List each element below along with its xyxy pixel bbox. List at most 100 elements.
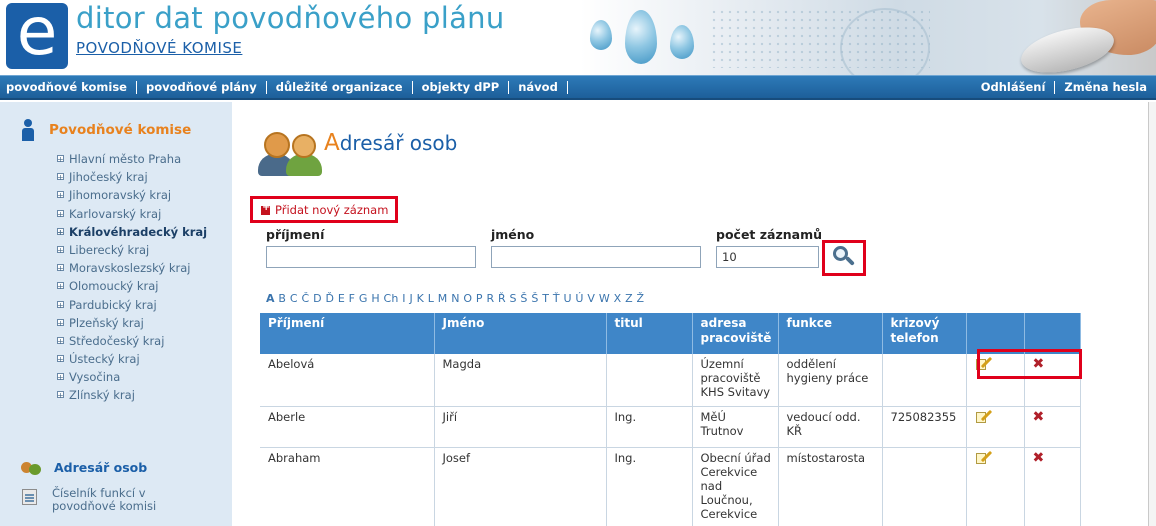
alphabet-letter[interactable]: Č — [301, 292, 309, 305]
expand-icon[interactable] — [57, 315, 64, 333]
expand-icon[interactable] — [57, 387, 64, 405]
sidebar-item-ustecky[interactable]: Ústecký kraj — [57, 350, 207, 369]
col-prijmeni[interactable]: Příjmení — [260, 313, 435, 354]
sidebar-item-label[interactable]: Jihomoravský kraj — [69, 188, 171, 202]
search-button[interactable] — [829, 245, 859, 271]
sidebar-item-zlinsky[interactable]: Zlínský kraj — [57, 386, 207, 405]
sidebar-item-kralovehradecky[interactable]: Královéhradecký kraj — [57, 223, 207, 242]
col-adresa[interactable]: adresa pracoviště — [692, 313, 779, 354]
sidebar-item-label[interactable]: Zlínský kraj — [69, 388, 135, 402]
expand-icon[interactable] — [57, 224, 64, 242]
alphabet-letter[interactable]: G — [359, 292, 368, 305]
sidebar-item-liberecky[interactable]: Liberecký kraj — [57, 241, 207, 260]
expand-icon[interactable] — [57, 333, 64, 351]
alphabet-letter[interactable]: O — [463, 292, 472, 305]
alphabet-letter[interactable]: N — [451, 292, 459, 305]
alphabet-letter[interactable]: Ď — [325, 292, 334, 305]
alphabet-letter[interactable]: M — [438, 292, 448, 305]
edit-pencil-icon[interactable] — [975, 409, 992, 424]
expand-icon[interactable] — [57, 351, 64, 369]
col-titul[interactable]: titul — [606, 313, 693, 354]
alphabet-letter[interactable]: I — [402, 292, 405, 305]
sidebar-item-label[interactable]: Středočeský kraj — [69, 334, 164, 348]
firstname-input[interactable] — [491, 246, 701, 268]
sidebar-item-jihomoravsky[interactable]: Jihomoravský kraj — [57, 186, 207, 205]
alphabet-letter[interactable]: Š — [520, 292, 527, 305]
alphabet-letter[interactable]: H — [371, 292, 379, 305]
sidebar-ciselnik-funkci[interactable]: Číselník funkcí v povodňové komisi — [22, 487, 212, 513]
sidebar-item-label[interactable]: Liberecký kraj — [69, 243, 149, 257]
alphabet-letter[interactable]: L — [428, 292, 434, 305]
edit-pencil-icon[interactable] — [975, 450, 992, 465]
alphabet-letter[interactable]: T — [542, 292, 549, 305]
sidebar-item-label[interactable]: Olomoucký kraj — [69, 279, 158, 293]
alphabet-letter[interactable]: Z — [625, 292, 633, 305]
alphabet-letter[interactable]: Š — [531, 292, 538, 305]
alphabet-letter[interactable]: K — [417, 292, 424, 305]
sidebar-title[interactable]: Povodňové komise — [49, 122, 191, 138]
col-krizovy-telefon[interactable]: krizový telefon — [882, 313, 967, 354]
sidebar-item-label[interactable]: Karlovarský kraj — [69, 207, 161, 221]
sidebar-item-pardubicky[interactable]: Pardubický kraj — [57, 296, 207, 315]
sidebar-item-label[interactable]: Plzeňský kraj — [69, 316, 144, 330]
sidebar-item-label[interactable]: Ústecký kraj — [69, 352, 140, 366]
sidebar-item-olomoucky[interactable]: Olomoucký kraj — [57, 277, 207, 296]
alphabet-letter[interactable]: U — [563, 292, 571, 305]
alphabet-letter[interactable]: A — [266, 292, 275, 305]
surname-input[interactable] — [266, 246, 476, 268]
alphabet-letter[interactable]: Ch — [384, 292, 399, 305]
expand-icon[interactable] — [57, 242, 64, 260]
expand-icon[interactable] — [57, 260, 64, 278]
alphabet-letter[interactable]: S — [510, 292, 517, 305]
expand-icon[interactable] — [57, 169, 64, 187]
alphabet-letter[interactable]: V — [587, 292, 595, 305]
expand-icon[interactable] — [57, 278, 64, 296]
alphabet-letter[interactable]: P — [476, 292, 483, 305]
alphabet-letter[interactable]: Ú — [575, 292, 583, 305]
col-funkce[interactable]: funkce — [778, 313, 883, 354]
nav-povodnove-plany[interactable]: povodňové plány — [137, 81, 267, 94]
sidebar-item-label[interactable]: Jihočeský kraj — [69, 170, 148, 184]
add-record-label[interactable]: Přidat nový záznam — [275, 203, 388, 217]
sidebar-item-label[interactable]: Vysočina — [69, 370, 120, 384]
alphabet-letter[interactable]: Ř — [498, 292, 506, 305]
expand-icon[interactable] — [57, 369, 64, 387]
nav-navod[interactable]: návod — [509, 81, 568, 94]
nav-objekty-dpp[interactable]: objekty dPP — [413, 81, 510, 94]
nav-dulezite-organizace[interactable]: důležité organizace — [267, 81, 413, 94]
change-password-link[interactable]: Změna hesla — [1054, 81, 1156, 94]
alphabet-letter[interactable]: C — [290, 292, 298, 305]
alphabet-letter[interactable]: B — [278, 292, 286, 305]
record-count-input[interactable] — [716, 246, 819, 268]
scrollbar[interactable] — [1148, 102, 1156, 526]
sidebar-item-vysocina[interactable]: Vysočina — [57, 368, 207, 387]
expand-icon[interactable] — [57, 206, 64, 224]
alphabet-letter[interactable]: X — [614, 292, 622, 305]
add-record-link[interactable]: Přidat nový záznam — [261, 202, 388, 217]
alphabet-letter[interactable]: D — [313, 292, 322, 305]
sidebar-item-jihocesky[interactable]: Jihočeský kraj — [57, 168, 207, 187]
delete-x-icon[interactable]: ✖ — [1033, 410, 1045, 424]
alphabet-letter[interactable]: E — [338, 292, 345, 305]
sidebar-item-plzensky[interactable]: Plzeňský kraj — [57, 314, 207, 333]
sidebar-item-hlavni-mesto-praha[interactable]: Hlavní město Praha — [57, 150, 207, 169]
expand-icon[interactable] — [57, 151, 64, 169]
sidebar-ciselnik-label[interactable]: Číselník funkcí v povodňové komisi — [52, 487, 212, 513]
expand-icon[interactable] — [57, 187, 64, 205]
sidebar-heading[interactable]: Povodňové komise — [20, 119, 191, 141]
alphabet-letter[interactable]: Ť — [553, 292, 560, 305]
alphabet-letter[interactable]: W — [599, 292, 610, 305]
sidebar-item-label[interactable]: Hlavní město Praha — [69, 152, 181, 166]
sidebar-item-karlovarsky[interactable]: Karlovarský kraj — [57, 205, 207, 224]
logout-link[interactable]: Odhlášení — [972, 81, 1055, 94]
alphabet-letter[interactable]: R — [486, 292, 494, 305]
delete-x-icon[interactable]: ✖ — [1033, 451, 1045, 465]
sidebar-item-label[interactable]: Královéhradecký kraj — [69, 225, 207, 239]
alphabet-letter[interactable]: Ž — [637, 292, 645, 305]
expand-icon[interactable] — [57, 297, 64, 315]
sidebar-adresar-osob[interactable]: Adresář osob — [20, 459, 147, 475]
sidebar-item-label[interactable]: Pardubický kraj — [69, 298, 157, 312]
add-icon[interactable] — [261, 202, 270, 215]
col-jmeno[interactable]: Jméno — [434, 313, 607, 354]
sidebar-adresar-label[interactable]: Adresář osob — [54, 460, 147, 475]
